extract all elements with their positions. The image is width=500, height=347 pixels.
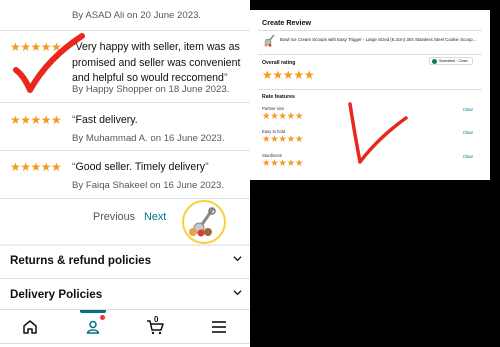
checkmark-annotation-icon (13, 33, 85, 93)
delivery-policy-section[interactable]: Delivery Policies (10, 288, 242, 301)
cart-count: 0 (154, 315, 159, 324)
divider (258, 89, 482, 90)
divider (0, 278, 250, 279)
next-page-link[interactable]: Next (144, 211, 166, 223)
tab-menu[interactable] (208, 316, 230, 338)
overall-rating-label: Overall rating (262, 60, 296, 66)
checkmark-annotation-icon (348, 102, 408, 164)
page-title: Create Review (262, 18, 312, 27)
review-text: “Very happy with seller, item was as pro… (72, 40, 246, 87)
review-body: Very happy with seller, item was as prom… (72, 41, 241, 84)
divider (0, 343, 250, 344)
previous-page-link[interactable]: Previous (93, 211, 135, 223)
section-title: Delivery Policies (10, 288, 103, 301)
check-circle-icon (432, 58, 437, 64)
divider (0, 198, 250, 199)
review-body: Fast delivery. (75, 114, 138, 126)
active-tab-indicator (80, 310, 106, 313)
quote-close: ” (223, 72, 228, 84)
review-byline: By Muhammad A. on 16 June 2023. (72, 133, 225, 144)
review-body: Good seller. Timely delivery (75, 161, 206, 173)
overall-rating-stars[interactable]: ★★★★★ (262, 68, 315, 82)
review-byline: By ASAD Ali on 20 June 2023. (72, 10, 202, 21)
rate-features-label: Rate features (262, 94, 295, 100)
rating-stars: ★★★★★ (10, 160, 62, 174)
review-item: ★★★★★ “Fast delivery. By Muhammad A. on … (10, 113, 246, 153)
review-text: “Fast delivery. (72, 113, 246, 129)
notification-dot (100, 315, 105, 320)
feature-rating-stars[interactable]: ★★★★★ (262, 111, 303, 122)
tab-home[interactable] (19, 316, 41, 338)
divider (0, 102, 250, 103)
submitted-status-badge: Submitted · Close (429, 57, 473, 65)
menu-icon (212, 321, 226, 333)
feature-rating-stars[interactable]: ★★★★★ (262, 158, 303, 169)
product-title: Bowl Ice Cream Scoops with Easy Trigger … (280, 37, 477, 42)
pagination: Previous Next (93, 211, 166, 223)
divider (0, 244, 250, 246)
review-item: ★★★★★ “Good seller. Timely delivery” By … (10, 160, 246, 200)
section-title: Returns & refund policies (10, 254, 152, 267)
divider (0, 30, 250, 31)
rating-stars: ★★★★★ (10, 113, 62, 127)
quote-close: ” (205, 161, 209, 173)
account-icon (86, 320, 100, 334)
chevron-down-icon (233, 290, 242, 296)
product-image-icon (264, 34, 275, 47)
home-icon (23, 320, 37, 334)
submitted-status-text: Submitted · Close (439, 59, 468, 63)
divider (0, 150, 250, 151)
feature-rating-stars[interactable]: ★★★★★ (262, 134, 303, 145)
screenshot-collage: By ASAD Ali on 20 June 2023. ★★★★★ “Very… (0, 0, 500, 347)
review-text: “Good seller. Timely delivery” (72, 160, 246, 176)
divider (258, 54, 482, 55)
review-byline: By Happy Shopper on 18 June 2023. (72, 84, 230, 95)
clear-rating-link[interactable]: Clear (463, 154, 473, 159)
divider (258, 30, 482, 31)
product-thumbnail[interactable] (182, 200, 226, 244)
bottom-tab-bar: 0 (0, 309, 250, 347)
returns-policy-section[interactable]: Returns & refund policies (10, 254, 242, 267)
chevron-down-icon (233, 256, 242, 262)
ice-cream-scoop-icon (189, 207, 216, 237)
review-byline: By Faiqa Shakeel on 16 June 2023. (72, 180, 225, 191)
clear-rating-link[interactable]: Clear (463, 107, 473, 112)
clear-rating-link[interactable]: Clear (463, 130, 473, 135)
